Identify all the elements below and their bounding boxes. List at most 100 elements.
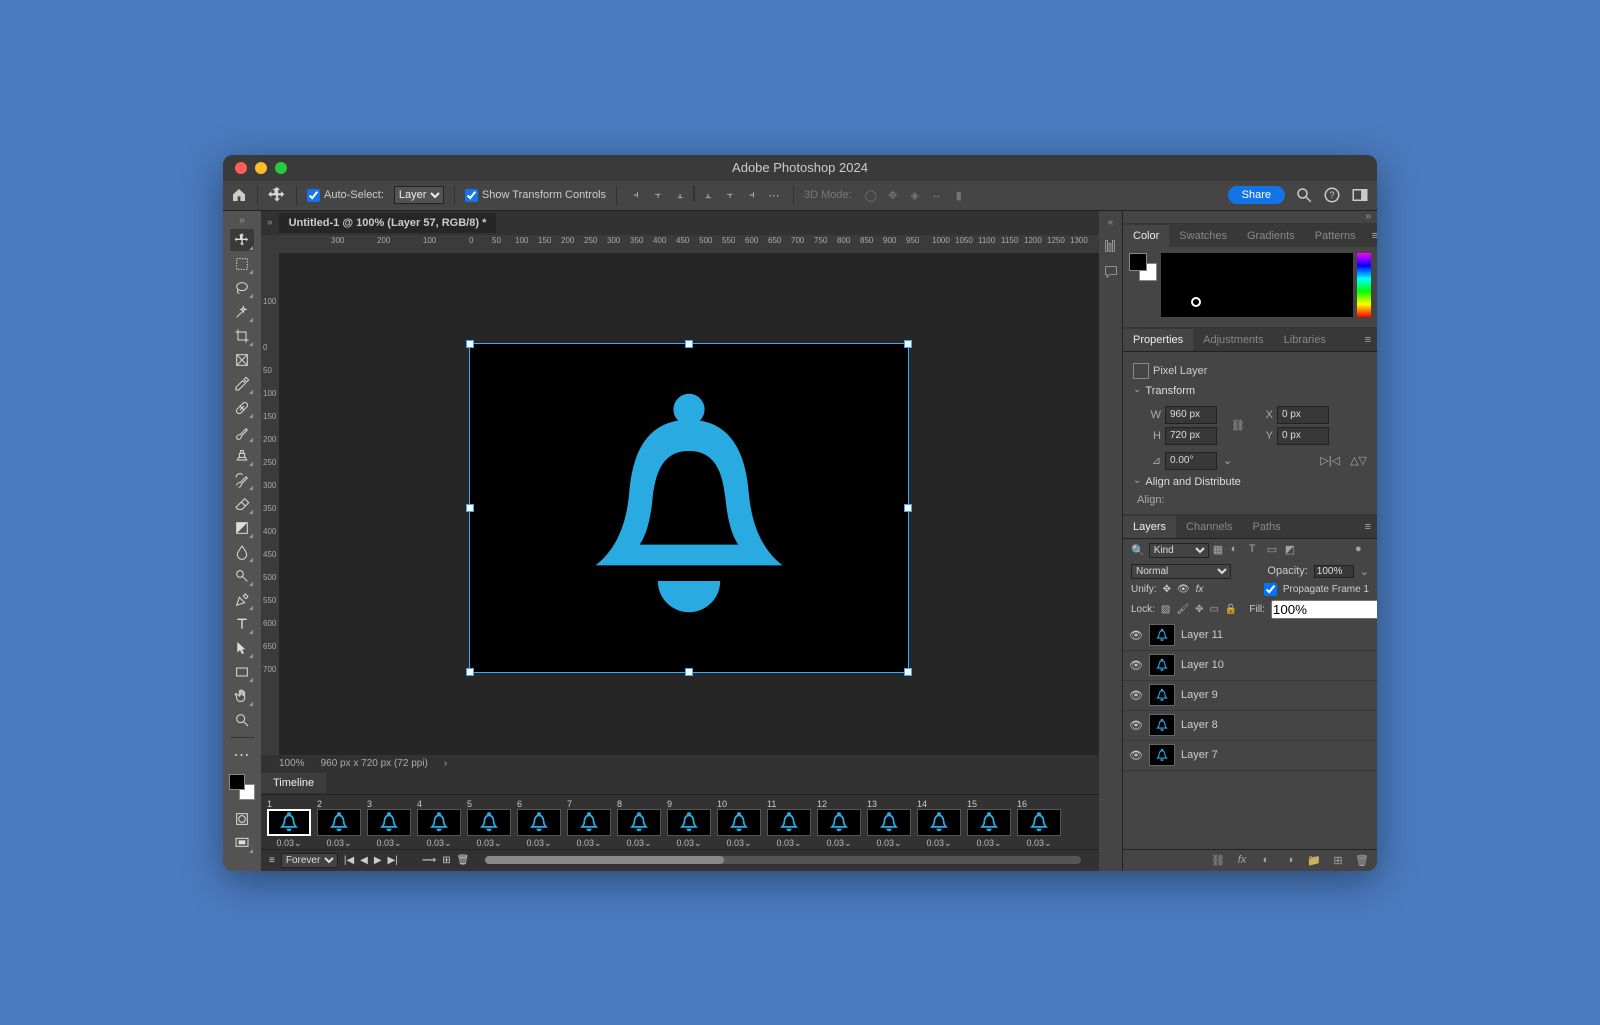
rectangle-tool[interactable] — [230, 661, 254, 683]
hue-slider[interactable] — [1357, 253, 1371, 317]
gradient-tool[interactable] — [230, 517, 254, 539]
canvas[interactable] — [279, 253, 1099, 755]
home-icon[interactable] — [231, 187, 247, 203]
unify-position-icon[interactable]: ✥ — [1163, 584, 1171, 595]
tab-libraries[interactable]: Libraries — [1274, 329, 1336, 351]
marquee-tool[interactable] — [230, 253, 254, 275]
auto-select-checkbox[interactable] — [307, 189, 320, 202]
align-top-icon[interactable]: ⫠ — [699, 186, 717, 204]
chevron-down-icon[interactable]: ⌄ — [1360, 565, 1369, 578]
timeline-frame[interactable]: 5 0.03⌄ — [465, 799, 513, 849]
quick-mask-icon[interactable] — [230, 808, 254, 830]
workspace-icon[interactable] — [1351, 186, 1369, 204]
timeline-frame[interactable]: 2 0.03⌄ — [315, 799, 363, 849]
timeline-frame[interactable]: 13 0.03⌄ — [865, 799, 913, 849]
color-field[interactable] — [1161, 253, 1353, 317]
align-vcenter-icon[interactable]: ⫟ — [721, 186, 739, 204]
document-tab[interactable]: Untitled-1 @ 100% (Layer 57, RGB/8) * — [279, 213, 497, 233]
next-frame-icon[interactable]: ▶| — [388, 855, 398, 866]
window-close[interactable] — [235, 162, 247, 174]
auto-select-target[interactable]: Layer — [394, 186, 444, 204]
tab-channels[interactable]: Channels — [1176, 516, 1242, 538]
layer-item[interactable]: 👁 Layer 10 — [1123, 651, 1377, 681]
transform-box[interactable] — [469, 343, 909, 673]
timeline-frame[interactable]: 6 0.03⌄ — [515, 799, 563, 849]
lasso-tool[interactable] — [230, 277, 254, 299]
align-section-header[interactable]: Align and Distribute — [1133, 476, 1367, 488]
crop-tool[interactable] — [230, 325, 254, 347]
clone-stamp-tool[interactable] — [230, 445, 254, 467]
group-icon[interactable]: 📁 — [1307, 853, 1321, 867]
move-tool[interactable] — [230, 229, 254, 251]
panel-menu-icon[interactable]: ≡ — [1359, 329, 1377, 351]
lock-transparency-icon[interactable]: ▨ — [1161, 602, 1170, 616]
layer-item[interactable]: 👁 Layer 9 — [1123, 681, 1377, 711]
lock-all-icon[interactable]: 🔒 — [1225, 602, 1237, 616]
tab-patterns[interactable]: Patterns — [1305, 225, 1366, 247]
window-minimize[interactable] — [255, 162, 267, 174]
height-input[interactable] — [1165, 427, 1217, 445]
timeline-frame[interactable]: 8 0.03⌄ — [615, 799, 663, 849]
timeline-frame[interactable]: 9 0.03⌄ — [665, 799, 713, 849]
prev-frame-icon[interactable]: ◀ — [360, 855, 368, 866]
layer-mask-icon[interactable]: ◐ — [1259, 853, 1273, 867]
layer-item[interactable]: 👁 Layer 11 — [1123, 621, 1377, 651]
lock-position-icon[interactable]: ✥ — [1195, 602, 1203, 616]
healing-brush-tool[interactable] — [230, 397, 254, 419]
color-fgbg[interactable] — [1129, 253, 1157, 281]
x-input[interactable] — [1277, 406, 1329, 424]
pen-tool[interactable] — [230, 589, 254, 611]
distribute-icon[interactable]: ⋯ — [765, 186, 783, 204]
eraser-tool[interactable] — [230, 493, 254, 515]
timeline-frame[interactable]: 4 0.03⌄ — [415, 799, 463, 849]
tools-collapse-icon[interactable]: » — [239, 215, 245, 227]
screen-mode-icon[interactable] — [230, 832, 254, 854]
timeline-frame[interactable]: 16 0.03⌄ — [1015, 799, 1063, 849]
chevron-right-icon[interactable]: › — [444, 758, 447, 769]
tab-paths[interactable]: Paths — [1243, 516, 1291, 538]
blend-mode-select[interactable]: Normal — [1131, 564, 1231, 579]
frame-tool[interactable] — [230, 349, 254, 371]
zoom-level[interactable]: 100% — [279, 758, 305, 769]
magic-wand-tool[interactable] — [230, 301, 254, 323]
panel-menu-icon[interactable]: ≡ — [1366, 225, 1377, 247]
duplicate-frame-icon[interactable]: ⊞ — [442, 855, 450, 866]
tab-properties[interactable]: Properties — [1123, 329, 1193, 351]
lock-artboard-icon[interactable]: ▭ — [1209, 602, 1218, 616]
align-bottom-icon[interactable]: ⫞ — [743, 186, 761, 204]
comments-panel-icon[interactable] — [1103, 264, 1119, 280]
timeline-frame[interactable]: 12 0.03⌄ — [815, 799, 863, 849]
angle-dropdown-icon[interactable]: ⌄ — [1223, 454, 1232, 467]
opacity-input[interactable] — [1314, 565, 1354, 578]
filter-toggle-icon[interactable]: ● — [1355, 543, 1369, 557]
vertical-ruler[interactable]: 1000501001502002503003504004505005506006… — [261, 253, 279, 755]
blur-tool[interactable] — [230, 541, 254, 563]
edit-toolbar[interactable]: ⋯ — [230, 744, 254, 766]
timeline-tab[interactable]: Timeline — [261, 773, 326, 793]
hand-tool[interactable] — [230, 685, 254, 707]
timeline-frame[interactable]: 15 0.03⌄ — [965, 799, 1013, 849]
transform-section-header[interactable]: Transform — [1133, 385, 1367, 397]
document-info[interactable]: 960 px x 720 px (72 ppi) — [321, 758, 428, 769]
move-tool-icon[interactable] — [268, 186, 286, 204]
layer-item[interactable]: 👁 Layer 8 — [1123, 711, 1377, 741]
link-layers-icon[interactable]: ⛓ — [1211, 853, 1225, 867]
delete-frame-icon[interactable]: 🗑 — [457, 855, 470, 866]
layer-item[interactable]: 👁 Layer 7 — [1123, 741, 1377, 771]
eyedropper-tool[interactable] — [230, 373, 254, 395]
transform-controls-checkbox[interactable] — [465, 189, 478, 202]
color-swatches[interactable] — [229, 774, 255, 800]
delete-layer-icon[interactable]: 🗑 — [1355, 853, 1369, 867]
timeline-menu-icon[interactable]: ≡ — [269, 855, 275, 866]
y-input[interactable] — [1277, 427, 1329, 445]
loop-selector[interactable]: Forever — [281, 853, 338, 868]
help-icon[interactable]: ? — [1323, 186, 1341, 204]
layer-fx-icon[interactable]: fx — [1235, 853, 1249, 867]
timeline-scrollbar[interactable] — [485, 856, 1081, 864]
tween-icon[interactable]: ⟿ — [422, 855, 436, 866]
align-right-icon[interactable]: ⫠ — [671, 186, 689, 204]
timeline-frame[interactable]: 1 0.03⌄ — [265, 799, 313, 849]
horizontal-ruler[interactable]: 3002001000501001502002503003504004505005… — [261, 235, 1099, 253]
panel-menu-icon[interactable]: ≡ — [1359, 516, 1377, 538]
dodge-tool[interactable] — [230, 565, 254, 587]
